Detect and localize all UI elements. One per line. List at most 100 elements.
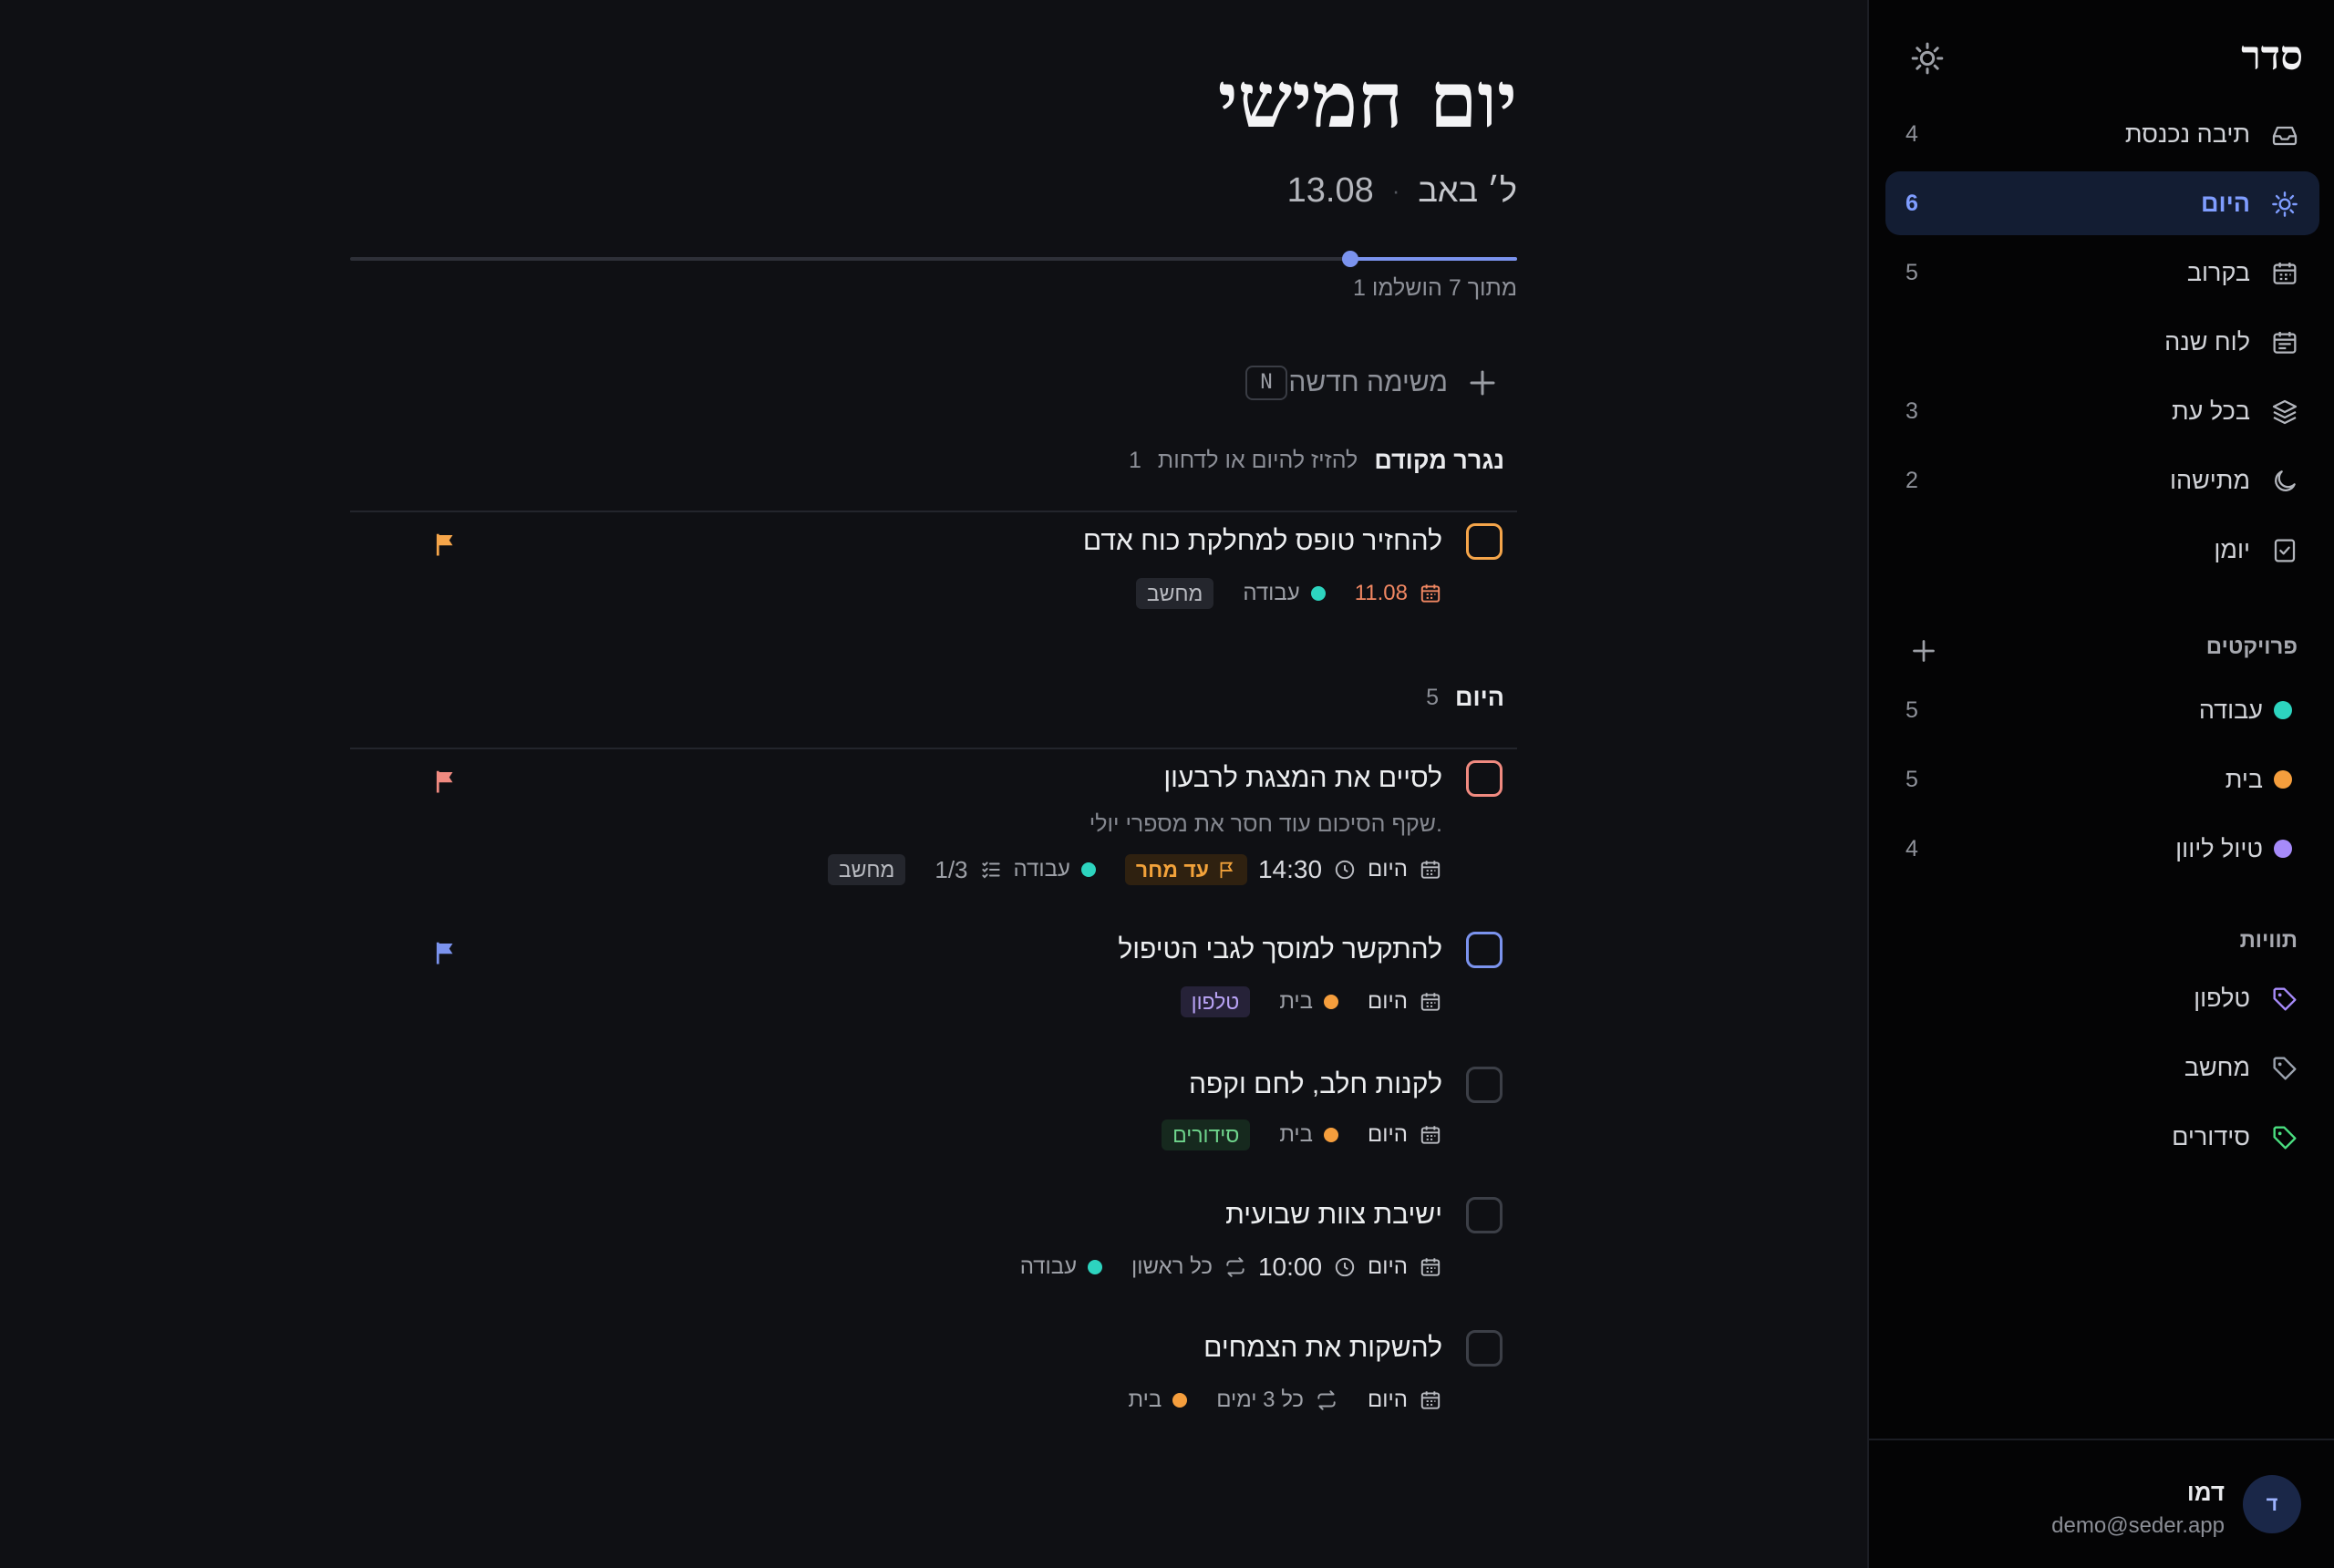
task-checkbox[interactable] xyxy=(1466,523,1503,560)
today-section-title: היום xyxy=(1455,683,1504,711)
app-logo: סדר xyxy=(2241,33,2303,79)
repeat-icon xyxy=(1317,1390,1336,1410)
sidebar-item-journal[interactable]: יומן xyxy=(1885,518,2319,582)
task-note: שקף הסיכום עוד חסר את מספרי יולי. xyxy=(1089,811,1442,837)
task-checkbox[interactable] xyxy=(1466,760,1503,797)
task-date: 11.08 xyxy=(1354,581,1408,605)
sidebar-item-label: לוח שנה xyxy=(2164,328,2250,356)
task-title[interactable]: לקנות חלב, לחם וקפה xyxy=(1189,1067,1442,1103)
date-separator: · xyxy=(1391,176,1400,204)
project-dot xyxy=(1324,1128,1339,1142)
sidebar-item-label: יומן xyxy=(2214,536,2250,563)
sidebar-project-work[interactable]: עבודה 5 xyxy=(1885,678,2319,742)
sidebar-item-count: 3 xyxy=(1905,398,1918,424)
sun-icon xyxy=(2272,191,2298,217)
task-title[interactable]: להתקשר למוסך לגבי הטיפול xyxy=(1118,932,1442,968)
project-count: 4 xyxy=(1905,836,1918,861)
calendar-icon xyxy=(1420,1391,1441,1409)
tag-label: מחשב xyxy=(2184,1054,2250,1081)
journal-icon xyxy=(2274,539,2296,562)
calendar-icon xyxy=(2273,263,2297,284)
sidebar-tag-computer[interactable]: מחשב xyxy=(1885,1036,2319,1099)
sidebar-tag-errands[interactable]: סידורים xyxy=(1885,1105,2319,1169)
checklist-icon xyxy=(981,861,1000,879)
overdue-section-header: נגרר מקודם להזיז להיום או לדחות 1 xyxy=(350,439,1517,512)
task-date: היום xyxy=(1368,1254,1408,1279)
checklist-progress: 1/3 xyxy=(935,855,968,883)
progress-fill xyxy=(1349,257,1517,261)
sidebar-item-label: בקרוב xyxy=(2186,259,2250,286)
task-checkbox[interactable] xyxy=(1466,1197,1503,1233)
new-task-button[interactable]: משימה חדשה N xyxy=(970,359,1517,407)
task-project: עבודה xyxy=(1019,1254,1078,1279)
task-date: היום xyxy=(1368,1122,1408,1147)
priority-flag-icon[interactable] xyxy=(432,768,460,795)
task-tag[interactable]: מחשב xyxy=(827,854,906,885)
sidebar-item-anytime[interactable]: בכל עת 3 xyxy=(1885,379,2319,443)
repeat-icon xyxy=(1226,1257,1244,1277)
calendar-icon xyxy=(1420,993,1441,1011)
sidebar-item-label: בכל עת xyxy=(2172,397,2250,425)
task-tag[interactable]: סידורים xyxy=(1162,1119,1251,1150)
calendar-icon xyxy=(1420,1258,1441,1276)
overdue-section-count: 1 xyxy=(1129,447,1141,473)
task-tag[interactable]: מחשב xyxy=(1135,578,1214,609)
sidebar-item-someday[interactable]: מתישהו 2 xyxy=(1885,449,2319,512)
sidebar-item-count: 5 xyxy=(1905,260,1918,285)
tags-heading: תוויות xyxy=(2239,928,2298,953)
project-dot xyxy=(2274,770,2292,789)
app-root: יום חמישי ל׳ באב · 13.08 1 מתוך 7 הושלמו… xyxy=(0,0,2334,1568)
task-project: בית xyxy=(1128,1387,1162,1412)
task-title[interactable]: ישיבת צוות שבועית xyxy=(1225,1197,1442,1233)
task-meta: היום בית סידורים xyxy=(1162,1118,1442,1152)
flag-outline-icon xyxy=(1220,861,1234,879)
task-date: היום xyxy=(1368,857,1408,882)
today-section-header: היום 5 xyxy=(350,676,1517,749)
task-checkbox[interactable] xyxy=(1466,1330,1503,1367)
gregorian-date: 13.08 xyxy=(1286,170,1374,210)
sidebar-project-home[interactable]: בית 5 xyxy=(1885,748,2319,811)
new-task-label: משימה חדשה xyxy=(1288,367,1448,397)
task-project: עבודה xyxy=(1013,857,1070,882)
sidebar-tag-phone[interactable]: טלפון xyxy=(1885,966,2319,1030)
task-time: 10:00 xyxy=(1257,1253,1323,1281)
task-title[interactable]: להשקות את הצמחים xyxy=(1203,1330,1442,1367)
priority-flag-icon[interactable] xyxy=(432,531,460,558)
moon-icon xyxy=(2275,470,2296,491)
sidebar-project-greece[interactable]: טיול ליוון 4 xyxy=(1885,817,2319,881)
project-dot xyxy=(2274,701,2292,719)
task-title[interactable]: לסיים את המצגת לרבעון xyxy=(1163,760,1442,797)
tag-icon xyxy=(2273,1057,2297,1080)
plus-icon xyxy=(1470,370,1495,396)
sidebar-item-upcoming[interactable]: בקרוב 5 xyxy=(1885,241,2319,304)
task-checkbox[interactable] xyxy=(1466,932,1503,968)
deadline-text: עד מחר xyxy=(1135,858,1209,882)
page-title: יום חמישי xyxy=(1217,55,1517,145)
user-profile[interactable]: ד דמו demo@seder.app xyxy=(1869,1439,2334,1568)
project-dot xyxy=(1324,995,1339,1009)
calendar-icon xyxy=(1420,1126,1441,1144)
task-meta: היום 14:30 עד מחר עבודה 1/3 מחשב xyxy=(827,852,1442,887)
today-section-count: 5 xyxy=(1426,684,1439,710)
priority-flag-icon[interactable] xyxy=(432,939,460,966)
task-title[interactable]: להחזיר טופס למחלקת כוח אדם xyxy=(1083,523,1442,560)
task-checkbox[interactable] xyxy=(1466,1067,1503,1103)
progress-knob xyxy=(1341,251,1358,267)
avatar[interactable]: ד xyxy=(2243,1475,2301,1533)
tag-icon xyxy=(2273,987,2297,1011)
task-tag[interactable]: טלפון xyxy=(1180,986,1251,1017)
task-time: 14:30 xyxy=(1257,855,1323,883)
sidebar-item-inbox[interactable]: תיבה נכנסת 4 xyxy=(1885,102,2319,166)
sidebar-item-today[interactable]: היום 6 xyxy=(1885,171,2319,235)
project-label: בית xyxy=(2225,766,2263,793)
sun-icon[interactable] xyxy=(1909,40,1946,77)
date-subtitle: ל׳ באב · 13.08 xyxy=(1287,168,1517,213)
deadline-badge: עד מחר xyxy=(1124,854,1247,885)
add-project-icon[interactable] xyxy=(1907,634,1940,667)
project-dot xyxy=(1080,862,1096,877)
project-label: טיול ליוון xyxy=(2175,835,2263,862)
overdue-section-hint[interactable]: להזיז להיום או לדחות xyxy=(1158,448,1358,474)
task-project: עבודה xyxy=(1243,581,1300,605)
sidebar-item-calendar[interactable]: לוח שנה xyxy=(1885,310,2319,374)
sidebar: סדר תיבה נכנסת 4 היום 6 בקרוב 5 לוח שנה … xyxy=(1867,0,2334,1568)
